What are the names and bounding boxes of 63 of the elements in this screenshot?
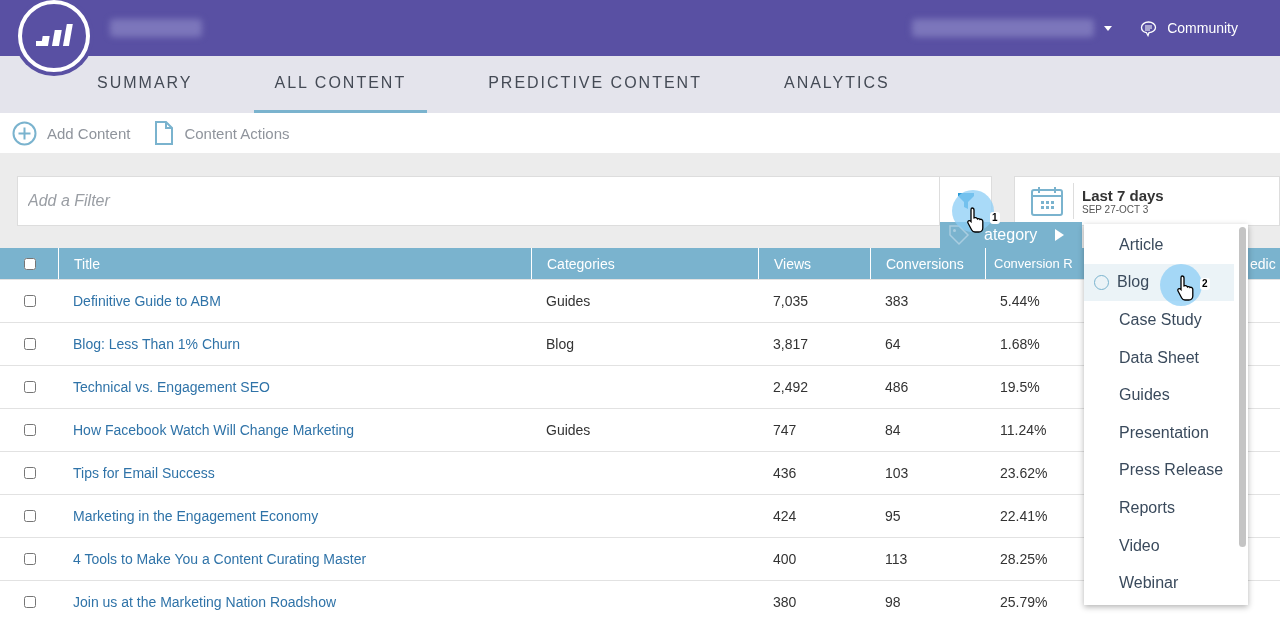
nav-tab[interactable]: ALL CONTENT — [253, 56, 428, 113]
table-cell-text: 380 — [772, 594, 797, 610]
row-checkbox[interactable] — [24, 467, 36, 479]
table-cell-text: Guides — [545, 422, 591, 438]
row-checkbox[interactable] — [24, 553, 36, 565]
table-cell-text: 28.25% — [999, 551, 1048, 567]
table-cell-text: 400 — [772, 551, 797, 567]
table-cell-text: 23.62% — [999, 465, 1048, 481]
table-cell-text: 98 — [884, 594, 901, 610]
table-cell-text: 424 — [772, 508, 797, 524]
table-cell-text: 22.41% — [999, 508, 1048, 524]
step-number: 2 — [1200, 277, 1210, 290]
table-cell-text: 7,035 — [772, 293, 809, 309]
nav-tab[interactable]: ANALYTICS — [762, 56, 911, 113]
document-icon — [154, 121, 175, 145]
community-link[interactable]: Community — [1167, 20, 1238, 36]
table-cell-text: 2,492 — [772, 379, 809, 395]
step-number: 1 — [990, 212, 1000, 224]
table-cell-text: Guides — [545, 293, 591, 309]
nav-tab[interactable]: SUMMARY — [76, 56, 214, 113]
logo-icon[interactable] — [18, 0, 90, 72]
row-checkbox[interactable] — [24, 424, 36, 436]
table-cell-text: Blog — [545, 336, 575, 352]
table-cell-text: 64 — [884, 336, 901, 352]
title-link[interactable]: Join us at the Marketing Nation Roadshow — [58, 594, 337, 610]
table-cell-text: 5.44% — [999, 293, 1040, 309]
plus-circle-icon — [12, 120, 37, 146]
table-cell-text: 11.24% — [999, 422, 1047, 438]
table-cell-text: 25.79% — [999, 594, 1048, 610]
table-cell-text: 383 — [884, 293, 909, 309]
table-cell-text: 436 — [772, 465, 797, 481]
submenu-arrow-icon — [1055, 229, 1065, 241]
title-link[interactable]: How Facebook Watch Will Change Marketing — [58, 422, 355, 438]
table-cell-text: 486 — [884, 379, 909, 395]
calendar-icon — [1031, 185, 1063, 216]
table-cell-text: 19.5% — [999, 379, 1040, 395]
select-all-checkbox[interactable] — [24, 257, 36, 270]
title-link[interactable]: Tips for Email Success — [58, 465, 215, 481]
date-range-picker[interactable]: Last 7 days SEP 27-OCT 3 — [1014, 175, 1280, 226]
row-checkbox[interactable] — [24, 381, 36, 393]
chat-icon[interactable] — [1140, 19, 1158, 37]
table-cell-text: 113 — [884, 551, 908, 567]
title-link[interactable]: 4 Tools to Make You a Content Curating Master — [58, 551, 367, 567]
caret-icon[interactable] — [1104, 25, 1113, 31]
scrollbar[interactable] — [1239, 227, 1246, 547]
table-cell-text: 747 — [772, 422, 797, 438]
row-checkbox[interactable] — [24, 510, 36, 522]
nav-tab[interactable]: PREDICTIVE CONTENT — [467, 56, 723, 113]
title-link[interactable]: Blog: Less Than 1% Churn — [58, 336, 241, 352]
title-link[interactable]: Marketing in the Engagement Economy — [58, 508, 319, 524]
row-checkbox[interactable] — [24, 596, 36, 608]
date-range-label: Last 7 days — [1082, 186, 1164, 204]
title-link[interactable]: Definitive Guide to ABM — [58, 293, 221, 309]
table-cell-text: 1.68% — [999, 336, 1040, 352]
table-cell-text: 103 — [884, 465, 909, 481]
title-link[interactable]: Technical vs. Engagement SEO — [58, 379, 270, 395]
table-cell-text: 95 — [884, 508, 901, 524]
table-cell-text: 84 — [884, 422, 901, 438]
date-range-dates: SEP 27-OCT 3 — [1082, 203, 1149, 215]
tag-icon — [948, 224, 970, 246]
table-cell-text: 3,817 — [772, 336, 809, 352]
row-checkbox[interactable] — [24, 295, 36, 307]
row-checkbox[interactable] — [24, 338, 36, 350]
